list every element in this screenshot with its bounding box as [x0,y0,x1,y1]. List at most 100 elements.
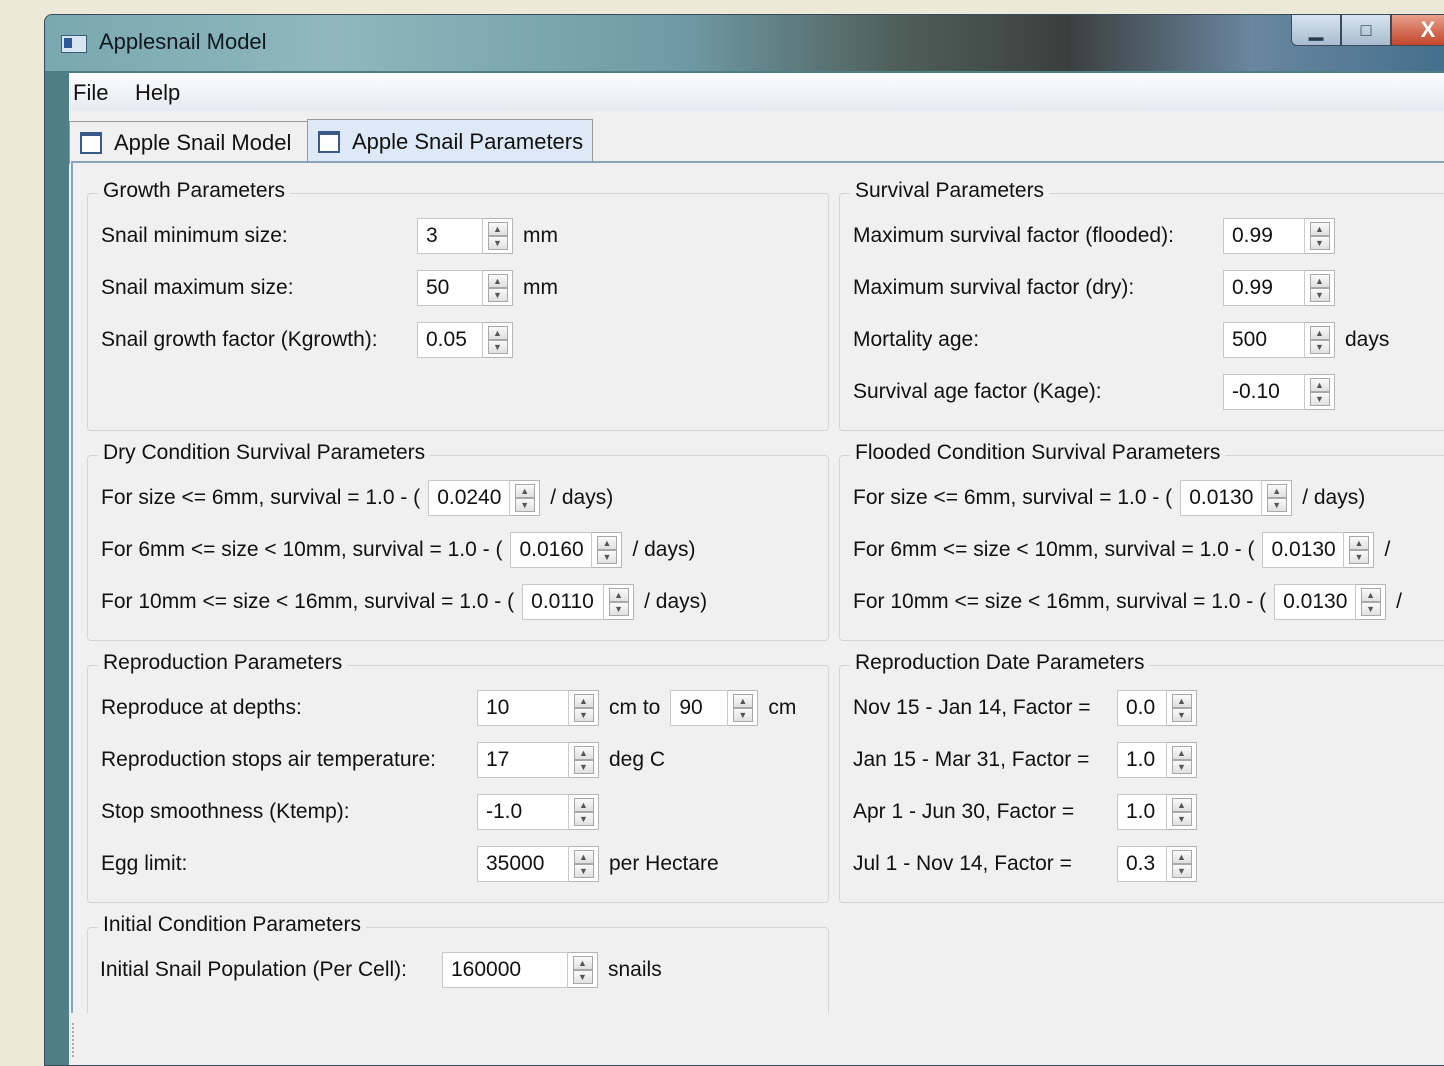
spinbox-value[interactable]: 0.0130 [1262,532,1345,568]
spinbox-value[interactable]: 160000 [442,952,568,988]
up-arrow-icon[interactable]: ▲ [572,956,593,970]
spinbox-arrows[interactable]: ▲ ▼ [483,270,513,306]
spinbox-arrows[interactable]: ▲ ▼ [1167,794,1197,830]
spinbox-value[interactable]: 50 [417,270,483,306]
max-survival-dry-spinbox[interactable]: 0.99 ▲ ▼ [1223,270,1335,306]
up-arrow-icon[interactable]: ▲ [1171,850,1192,864]
up-arrow-icon[interactable]: ▲ [1309,326,1330,340]
spinbox-value[interactable]: 0.05 [417,322,483,358]
flooded-size-6-10mm-spinbox[interactable]: 0.0130 ▲ ▼ [1262,532,1375,568]
spinbox-value[interactable]: 1.0 [1117,742,1167,778]
up-arrow-icon[interactable]: ▲ [596,536,617,550]
dry-size-6-10mm-spinbox[interactable]: 0.0160 ▲ ▼ [510,532,623,568]
spinbox-arrows[interactable]: ▲ ▼ [569,742,599,778]
down-arrow-icon[interactable]: ▼ [573,760,594,774]
down-arrow-icon[interactable]: ▼ [487,288,508,302]
up-arrow-icon[interactable]: ▲ [1171,798,1192,812]
up-arrow-icon[interactable]: ▲ [1309,378,1330,392]
spinbox-arrows[interactable]: ▲ ▼ [568,952,598,988]
down-arrow-icon[interactable]: ▼ [487,340,508,354]
spinbox-arrows[interactable]: ▲ ▼ [1167,742,1197,778]
survival-age-factor-spinbox[interactable]: -0.10 ▲ ▼ [1223,374,1335,410]
up-arrow-icon[interactable]: ▲ [514,484,535,498]
spinbox-arrows[interactable]: ▲ ▼ [1167,846,1197,882]
spinbox-arrows[interactable]: ▲ ▼ [569,690,599,726]
spinbox-value[interactable]: 10 [477,690,569,726]
menu-help[interactable]: Help [135,80,180,106]
spinbox-arrows[interactable]: ▲ ▼ [510,480,541,516]
tab-apple-snail-parameters[interactable]: Apple Snail Parameters [307,119,593,164]
tab-apple-snail-model[interactable]: Apple Snail Model [69,121,309,164]
up-arrow-icon[interactable]: ▲ [1348,536,1369,550]
spinbox-arrows[interactable]: ▲ ▼ [1344,532,1375,568]
menu-file[interactable]: File [73,80,108,106]
up-arrow-icon[interactable]: ▲ [487,326,508,340]
down-arrow-icon[interactable]: ▼ [514,498,535,512]
down-arrow-icon[interactable]: ▼ [573,812,594,826]
down-arrow-icon[interactable]: ▼ [1360,602,1381,616]
down-arrow-icon[interactable]: ▼ [487,236,508,250]
up-arrow-icon[interactable]: ▲ [573,850,594,864]
spinbox-value[interactable]: 17 [477,742,569,778]
down-arrow-icon[interactable]: ▼ [1171,812,1192,826]
spinbox-arrows[interactable]: ▲ ▼ [1167,690,1197,726]
spinbox-value[interactable]: 1.0 [1117,794,1167,830]
up-arrow-icon[interactable]: ▲ [573,694,594,708]
mortality-age-spinbox[interactable]: 500 ▲ ▼ [1223,322,1335,358]
reproduction-stop-temp-spinbox[interactable]: 17 ▲ ▼ [477,742,599,778]
spinbox-value[interactable]: 500 [1223,322,1305,358]
up-arrow-icon[interactable]: ▲ [1171,694,1192,708]
spinbox-value[interactable]: 0.0110 [522,584,605,620]
date-nov15-jan14-spinbox[interactable]: 0.0 ▲ ▼ [1117,690,1197,726]
spinbox-value[interactable]: 0.0 [1117,690,1167,726]
up-arrow-icon[interactable]: ▲ [487,274,508,288]
spinbox-value[interactable]: 35000 [477,846,569,882]
egg-limit-spinbox[interactable]: 35000 ▲ ▼ [477,846,599,882]
depth-from-spinbox[interactable]: 10 ▲ ▼ [477,690,599,726]
up-arrow-icon[interactable]: ▲ [487,222,508,236]
down-arrow-icon[interactable]: ▼ [1309,392,1330,406]
spinbox-arrows[interactable]: ▲ ▼ [483,218,513,254]
down-arrow-icon[interactable]: ▼ [573,864,594,878]
date-apr1-jun30-spinbox[interactable]: 1.0 ▲ ▼ [1117,794,1197,830]
up-arrow-icon[interactable]: ▲ [608,588,629,602]
spinbox-arrows[interactable]: ▲ ▼ [569,846,599,882]
up-arrow-icon[interactable]: ▲ [1266,484,1287,498]
spinbox-value[interactable]: -0.10 [1223,374,1305,410]
down-arrow-icon[interactable]: ▼ [1171,760,1192,774]
depth-to-spinbox[interactable]: 90 ▲ ▼ [670,690,759,726]
down-arrow-icon[interactable]: ▼ [608,602,629,616]
spinbox-arrows[interactable]: ▲ ▼ [604,584,635,620]
resize-grip-icon[interactable] [72,1023,78,1057]
dry-size-10-16mm-spinbox[interactable]: 0.0110 ▲ ▼ [522,584,635,620]
spinbox-arrows[interactable]: ▲ ▼ [1356,584,1387,620]
spinbox-arrows[interactable]: ▲ ▼ [569,794,599,830]
down-arrow-icon[interactable]: ▼ [1309,236,1330,250]
max-survival-flooded-spinbox[interactable]: 0.99 ▲ ▼ [1223,218,1335,254]
spinbox-value[interactable]: 0.0130 [1274,584,1357,620]
spinbox-arrows[interactable]: ▲ ▼ [592,532,623,568]
spinbox-arrows[interactable]: ▲ ▼ [1305,374,1335,410]
down-arrow-icon[interactable]: ▼ [1171,864,1192,878]
close-button[interactable]: X [1391,15,1444,46]
date-jul1-nov14-spinbox[interactable]: 0.3 ▲ ▼ [1117,846,1197,882]
dry-size-le-6mm-spinbox[interactable]: 0.0240 ▲ ▼ [428,480,541,516]
up-arrow-icon[interactable]: ▲ [1171,746,1192,760]
flooded-size-le-6mm-spinbox[interactable]: 0.0130 ▲ ▼ [1180,480,1293,516]
spinbox-value[interactable]: 3 [417,218,483,254]
spinbox-value[interactable]: 0.3 [1117,846,1167,882]
up-arrow-icon[interactable]: ▲ [732,694,753,708]
title-bar[interactable]: Applesnail Model ▁ □ X [45,15,1444,71]
spinbox-arrows[interactable]: ▲ ▼ [1305,270,1335,306]
down-arrow-icon[interactable]: ▼ [1266,498,1287,512]
spinbox-value[interactable]: 0.99 [1223,218,1305,254]
spinbox-value[interactable]: 0.0160 [510,532,593,568]
spinbox-value[interactable]: 0.0240 [428,480,511,516]
initial-population-spinbox[interactable]: 160000 ▲ ▼ [442,952,598,988]
stop-smoothness-spinbox[interactable]: -1.0 ▲ ▼ [477,794,599,830]
down-arrow-icon[interactable]: ▼ [1171,708,1192,722]
maximize-button[interactable]: □ [1341,15,1391,46]
up-arrow-icon[interactable]: ▲ [1360,588,1381,602]
snail-min-size-spinbox[interactable]: 3 ▲ ▼ [417,218,513,254]
spinbox-arrows[interactable]: ▲ ▼ [728,690,759,726]
